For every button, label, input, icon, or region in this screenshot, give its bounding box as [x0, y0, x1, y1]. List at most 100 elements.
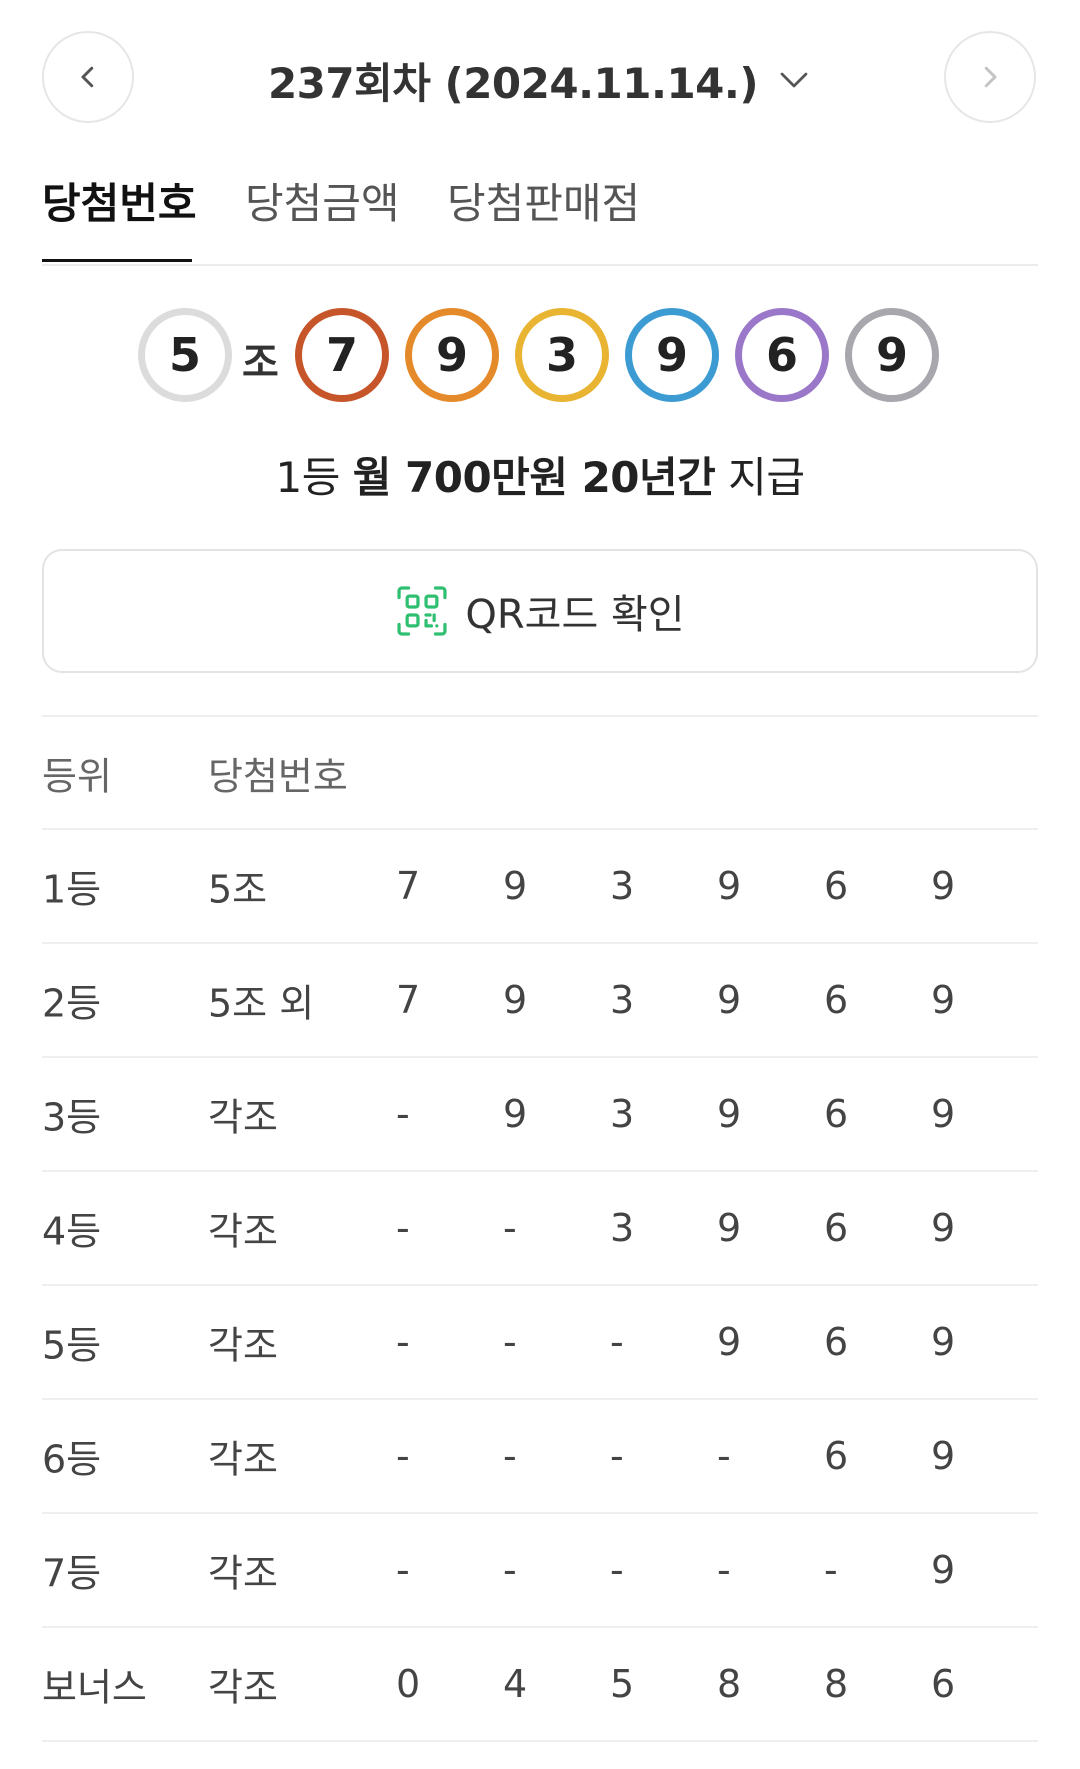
row-digit: -: [396, 1320, 410, 1364]
row-digit: 6: [824, 1320, 849, 1364]
row-digit: 5: [610, 1662, 635, 1706]
row-digit: 9: [931, 1434, 956, 1478]
row-digit: 6: [824, 978, 849, 1022]
row-digit: 8: [824, 1662, 849, 1706]
qr-code-icon: [397, 586, 447, 636]
header-numbers: 당첨번호: [208, 754, 348, 798]
row-digit: -: [396, 1548, 410, 1592]
row-digit: 3: [610, 978, 635, 1022]
ball-number: 9: [852, 315, 932, 395]
tab-winning-stores[interactable]: 당첨판매점: [447, 170, 640, 262]
table-row: 5등 각조 - - - 9 6 9: [42, 1286, 1038, 1400]
row-digit: 9: [717, 864, 742, 908]
header-rank: 등위: [42, 754, 112, 798]
row-rank: 4등: [42, 1209, 102, 1254]
row-digit: 9: [717, 1206, 742, 1250]
row-digit: -: [503, 1206, 517, 1250]
group-ball: 5: [138, 308, 232, 402]
row-digit: 9: [931, 1206, 956, 1250]
table-body: 1등 5조 7 9 3 9 6 9 2등 5조 외 7 9 3 9 6 9 3등 각조 -9 3 9 6 9 4등 각조 - -3 9…: [42, 830, 1038, 1742]
row-group: 각조: [208, 1551, 278, 1596]
row-rank: 6등: [42, 1437, 102, 1482]
row-rank: 2등: [42, 981, 102, 1026]
row-digit: -: [503, 1548, 517, 1592]
group-number: 5: [145, 315, 225, 395]
row-digit: 8: [717, 1662, 742, 1706]
table-row: 4등 각조 - - 3 9 6 9: [42, 1172, 1038, 1286]
row-digit: 9: [717, 978, 742, 1022]
row-digit: 9: [503, 864, 528, 908]
ball-number: 3: [522, 315, 602, 395]
row-digit: -: [610, 1434, 624, 1478]
row-digit: 9: [931, 978, 956, 1022]
ball-number: 9: [632, 315, 712, 395]
row-digit: 3: [610, 1206, 635, 1250]
chevron-right-icon: [984, 66, 997, 88]
row-digit: 9: [931, 1548, 956, 1592]
row-digit: 6: [824, 1092, 849, 1136]
table-row: 3등 각조 - 9 3 9 6 9: [42, 1058, 1038, 1172]
qr-check-button[interactable]: QR코드 확인: [42, 549, 1038, 673]
row-group: 각조: [208, 1323, 278, 1368]
tab-winning-numbers[interactable]: 당첨번호: [42, 170, 197, 262]
number-ball: 6: [735, 308, 829, 402]
table-header: 등위 당첨번호: [42, 717, 1038, 830]
winning-numbers-table: 등위 당첨번호 1등 5조 7 9 3 9 6 9 2등 5조 외 7 9 3 9 6 9 3등 각조 -9 3 9 6 9…: [42, 715, 1038, 1742]
row-rank: 5등: [42, 1323, 102, 1368]
row-digit: 3: [610, 1092, 635, 1136]
row-rank: 7등: [42, 1551, 102, 1596]
row-digit: -: [717, 1434, 731, 1478]
winning-number-balls: 5 조 7 9 3 9 6 9: [0, 308, 1080, 402]
row-digit: 6: [824, 1206, 849, 1250]
table-row: 2등 5조 외 7 9 3 9 6 9: [42, 944, 1038, 1058]
table-row: 1등 5조 7 9 3 9 6 9: [42, 830, 1038, 944]
qr-check-label: QR코드 확인: [465, 592, 685, 638]
row-digit: 6: [824, 864, 849, 908]
row-group: 각조: [208, 1095, 278, 1140]
row-rank: 3등: [42, 1095, 102, 1140]
next-round-button[interactable]: [944, 31, 1036, 123]
row-digit: 9: [503, 1092, 528, 1136]
ball-number: 9: [412, 315, 492, 395]
tab-bar: 당첨번호 당첨금액 당첨판매점: [42, 160, 1038, 266]
table-row: 보너스 각조 0 4 5 8 8 6: [42, 1628, 1038, 1742]
chevron-down-icon: [780, 72, 808, 88]
prize-suffix: 지급: [715, 453, 805, 502]
round-selector[interactable]: 237회차 (2024.11.14.): [200, 40, 880, 120]
chevron-left-icon: [81, 66, 94, 88]
row-digit: 4: [503, 1662, 528, 1706]
row-group: 5조 외: [208, 981, 315, 1026]
previous-round-button[interactable]: [42, 31, 134, 123]
number-ball: 3: [515, 308, 609, 402]
row-digit: 9: [931, 1320, 956, 1364]
row-digit: 9: [503, 978, 528, 1022]
tab-prize-amount[interactable]: 당첨금액: [245, 170, 400, 262]
row-digit: -: [610, 1548, 624, 1592]
row-group: 각조: [208, 1209, 278, 1254]
ball-number: 6: [742, 315, 822, 395]
row-digit: -: [503, 1434, 517, 1478]
row-rank: 보너스: [42, 1665, 147, 1710]
row-group: 각조: [208, 1437, 278, 1482]
round-title: 237회차 (2024.11.14.): [267, 58, 759, 108]
number-ball: 9: [625, 308, 719, 402]
prize-amount: 월 700만원 20년간: [352, 453, 716, 502]
row-group: 각조: [208, 1665, 278, 1710]
row-digit: 9: [717, 1092, 742, 1136]
number-ball: 9: [405, 308, 499, 402]
row-digit: 7: [396, 978, 421, 1022]
prize-prefix: 1등: [275, 453, 353, 502]
first-prize-summary: 1등 월 700만원 20년간 지급: [0, 444, 1080, 505]
row-digit: 3: [610, 864, 635, 908]
row-digit: -: [824, 1548, 838, 1592]
row-digit: -: [717, 1548, 731, 1592]
table-row: 7등 각조 - - - - - 9: [42, 1514, 1038, 1628]
number-ball: 9: [845, 308, 939, 402]
row-digit: -: [396, 1092, 410, 1136]
row-rank: 1등: [42, 867, 102, 912]
row-digit: 9: [717, 1320, 742, 1364]
row-digit: 0: [396, 1662, 421, 1706]
row-digit: -: [610, 1320, 624, 1364]
row-digit: 9: [931, 1092, 956, 1136]
row-digit: 9: [931, 864, 956, 908]
